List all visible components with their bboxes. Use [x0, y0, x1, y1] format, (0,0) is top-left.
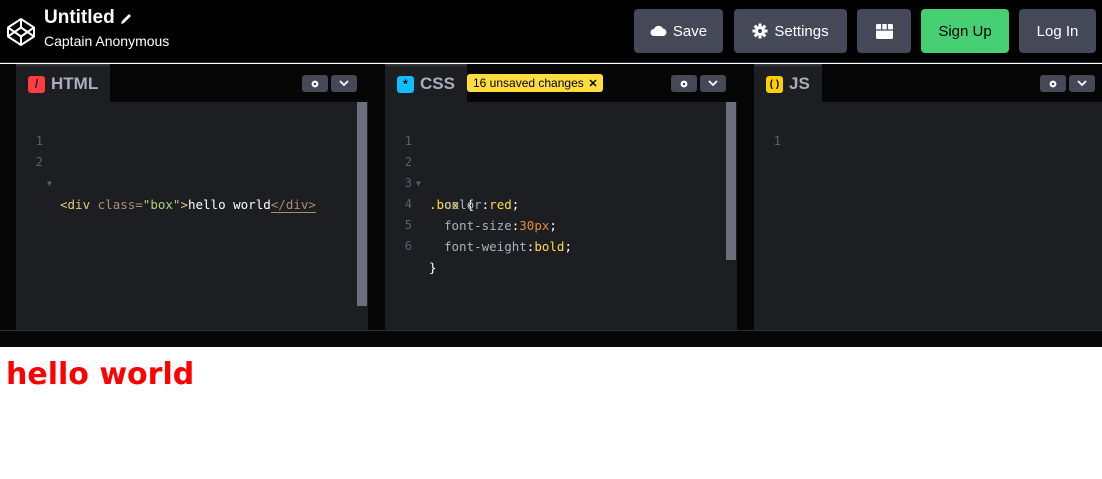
code-line: 3 color:red; — [404, 176, 520, 212]
html-collapse-button[interactable] — [331, 75, 357, 92]
js-settings-button[interactable] — [1040, 75, 1066, 92]
save-button[interactable]: Save — [634, 9, 723, 53]
css-settings-button[interactable] — [671, 75, 697, 92]
unsaved-changes-badge[interactable]: 16 unsaved changes — [467, 74, 603, 92]
tab-css-label: CSS — [420, 74, 455, 93]
cloud-icon — [650, 25, 667, 36]
code-line: 1 — [773, 134, 781, 148]
gear-icon — [752, 23, 768, 39]
pen-title[interactable]: Untitled — [44, 7, 115, 29]
html-icon: / — [28, 75, 45, 93]
tab-html[interactable]: / HTML — [16, 64, 111, 102]
pen-title-block: Untitled Captain Anonymous — [44, 7, 169, 49]
gear-icon — [680, 80, 688, 87]
code-line: 6 } — [404, 239, 437, 275]
chevron-down-icon — [708, 80, 718, 87]
gear-icon — [1049, 80, 1057, 87]
close-icon[interactable] — [589, 79, 597, 87]
js-editor[interactable]: ( ) JS 1 — [754, 64, 1102, 330]
tab-js[interactable]: ( ) JS — [754, 64, 822, 102]
css-code[interactable]: 1 2 ▼ .box { 3 color:red; 4 font-size:30… — [385, 110, 737, 275]
log-in-button[interactable]: Log In — [1019, 9, 1096, 53]
chevron-down-icon — [1077, 80, 1087, 87]
resize-bar[interactable] — [0, 330, 1102, 347]
html-scrollbar[interactable] — [357, 102, 367, 306]
change-view-button[interactable] — [857, 9, 911, 53]
code-line: 1 — [404, 134, 412, 148]
preview-box-text: hello world — [6, 357, 195, 392]
code-line: 2 ▼ <div class="box">hello world</div> — [35, 155, 316, 213]
settings-button[interactable]: Settings — [734, 9, 847, 53]
css-icon: * — [397, 75, 414, 93]
fold-arrow-icon[interactable]: ▼ — [47, 173, 52, 194]
codepen-logo-icon[interactable] — [6, 17, 36, 47]
code-line: 4 font-size:30px; — [404, 197, 557, 233]
editors-panel: / HTML 1 2 ▼ <div class="box">hello worl… — [0, 64, 1102, 330]
sign-up-button[interactable]: Sign Up — [921, 9, 1009, 53]
html-editor[interactable]: / HTML 1 2 ▼ <div class="box">hello worl… — [16, 64, 368, 330]
tab-html-label: HTML — [51, 74, 99, 93]
html-editor-header: / HTML — [16, 64, 368, 102]
code-line: 5 font-weight:bold; — [404, 218, 572, 254]
save-label: Save — [672, 22, 708, 40]
pencil-icon[interactable] — [119, 12, 133, 26]
layout-icon — [875, 23, 893, 39]
css-collapse-button[interactable] — [700, 75, 726, 92]
html-settings-button[interactable] — [302, 75, 328, 92]
html-code[interactable]: 1 2 ▼ <div class="box">hello world</div> — [16, 110, 368, 213]
tab-js-label: JS — [789, 74, 810, 93]
author-name: Captain Anonymous — [44, 33, 170, 49]
js-collapse-button[interactable] — [1069, 75, 1095, 92]
js-code[interactable]: 1 — [754, 110, 1102, 148]
header: Untitled Captain Anonymous Save Settings… — [0, 0, 1102, 63]
code-line: 1 — [35, 134, 43, 148]
js-editor-header: ( ) JS — [754, 64, 1102, 102]
css-editor[interactable]: * CSS 16 unsaved changes 1 2 ▼ .box {3 … — [385, 64, 737, 330]
gear-icon — [311, 80, 319, 87]
preview-pane: hello world — [0, 347, 1102, 479]
chevron-down-icon — [339, 80, 349, 87]
settings-label: Settings — [774, 22, 829, 40]
js-icon: ( ) — [766, 75, 783, 93]
css-editor-header: * CSS 16 unsaved changes — [385, 64, 737, 102]
tab-css[interactable]: * CSS — [385, 64, 467, 102]
code-line: 2 ▼ .box { — [404, 155, 475, 212]
css-scrollbar[interactable] — [726, 102, 736, 260]
